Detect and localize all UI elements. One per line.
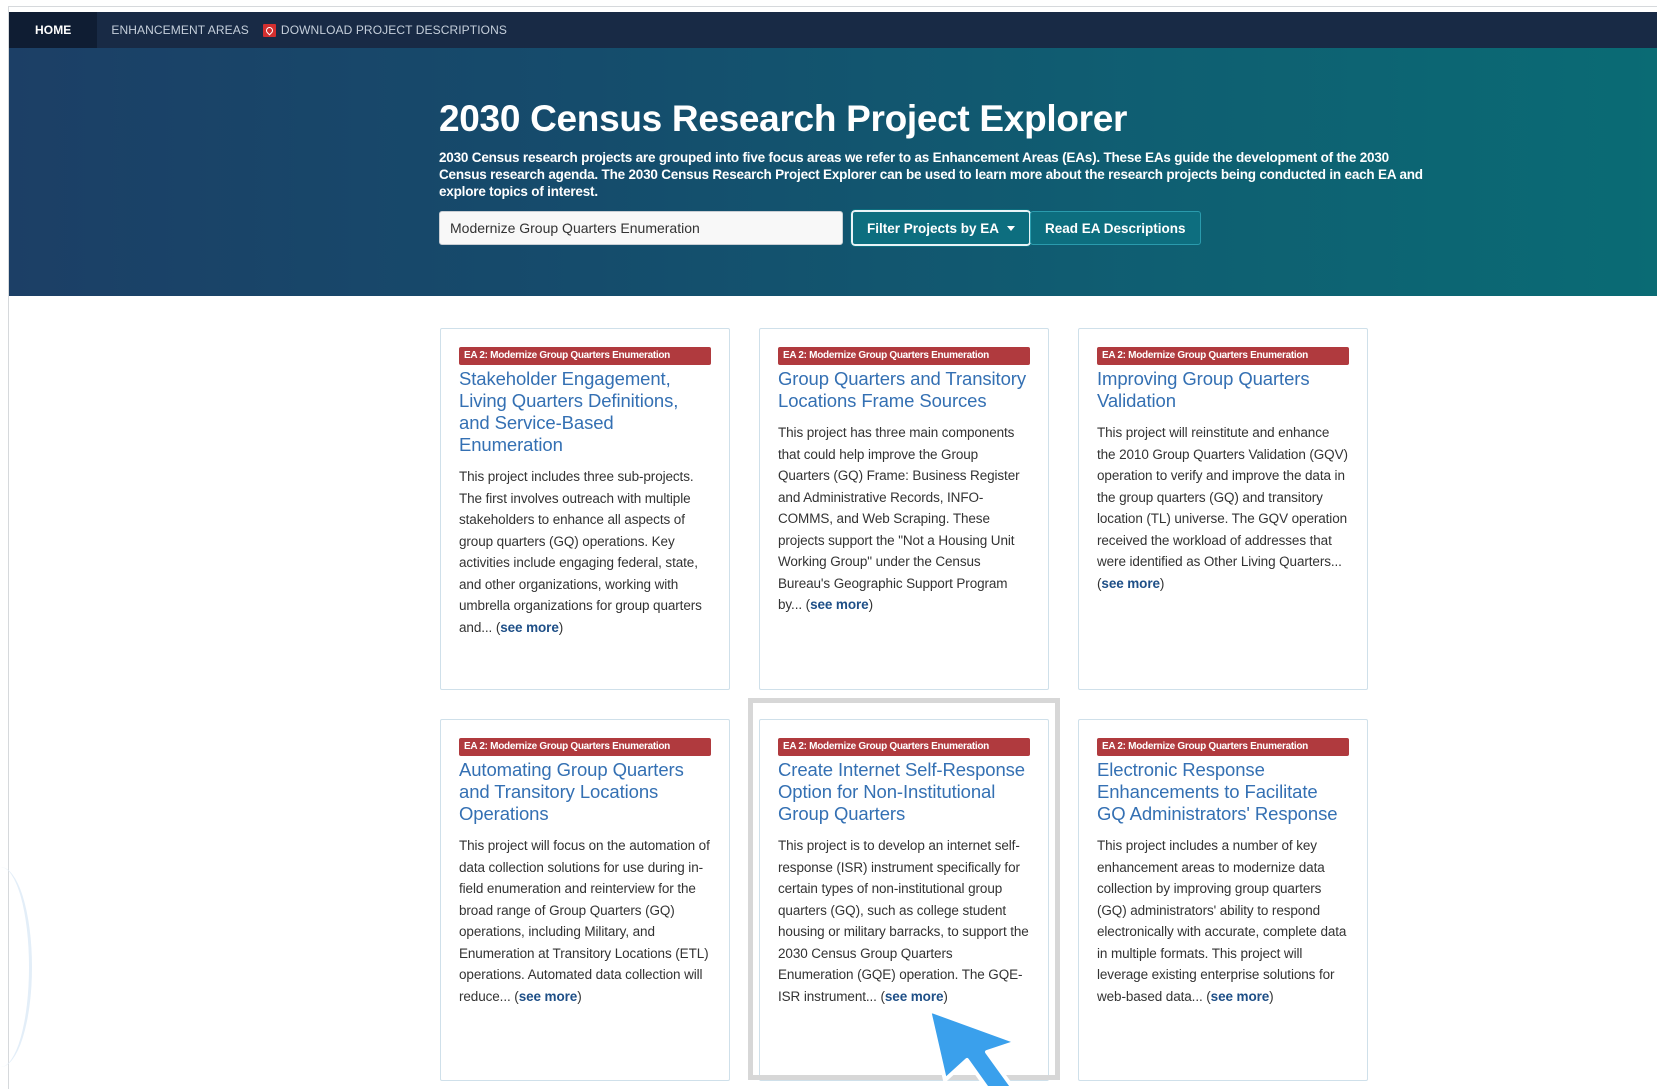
project-title-link[interactable]: Automating Group Quarters and Transitory… xyxy=(459,759,711,825)
pdf-icon xyxy=(262,23,276,37)
see-more-link[interactable]: see more xyxy=(1101,576,1160,591)
top-navigation: HOME ENHANCEMENT AREAS DOWNLOAD PROJECT … xyxy=(9,12,1657,48)
project-summary: This project has three main components t… xyxy=(778,425,1020,612)
see-more-link[interactable]: see more xyxy=(500,620,559,635)
search-input[interactable] xyxy=(439,211,843,245)
project-summary-text: This project will reinstitute and enhanc… xyxy=(1097,425,1348,569)
project-card: EA 2: Modernize Group Quarters Enumerati… xyxy=(440,328,730,690)
nav-download-label: DOWNLOAD PROJECT DESCRIPTIONS xyxy=(280,23,507,37)
ea-badge: EA 2: Modernize Group Quarters Enumerati… xyxy=(459,347,711,365)
project-title-link[interactable]: Create Internet Self-Response Option for… xyxy=(778,759,1030,825)
ea-badge: EA 2: Modernize Group Quarters Enumerati… xyxy=(1097,347,1349,365)
project-summary: This project includes three sub-projects… xyxy=(459,469,702,635)
nav-enhancement-areas[interactable]: ENHANCEMENT AREAS xyxy=(97,12,263,48)
project-card: EA 2: Modernize Group Quarters Enumerati… xyxy=(440,719,730,1081)
ea-badge: EA 2: Modernize Group Quarters Enumerati… xyxy=(459,738,711,756)
nav-download-descriptions[interactable]: DOWNLOAD PROJECT DESCRIPTIONS xyxy=(262,12,521,48)
ea-badge: EA 2: Modernize Group Quarters Enumerati… xyxy=(1097,738,1349,756)
nav-home[interactable]: HOME xyxy=(9,12,98,48)
hero-banner: 2030 Census Research Project Explorer 20… xyxy=(9,48,1657,296)
project-title-link[interactable]: Electronic Response Enhancements to Faci… xyxy=(1097,759,1349,825)
project-summary-text: This project will focus on the automatio… xyxy=(459,838,710,1004)
see-more-link[interactable]: see more xyxy=(810,597,869,612)
project-card: EA 2: Modernize Group Quarters Enumerati… xyxy=(759,328,1049,690)
project-summary: This project includes a number of key en… xyxy=(1097,838,1347,1004)
project-title-link[interactable]: Group Quarters and Transitory Locations … xyxy=(778,368,1030,412)
read-button-label: Read EA Descriptions xyxy=(1045,220,1186,236)
page-description: 2030 Census research projects are groupe… xyxy=(439,150,1423,199)
project-card: EA 2: Modernize Group Quarters Enumerati… xyxy=(759,719,1049,1081)
project-summary-text: This project includes a number of key en… xyxy=(1097,838,1347,1004)
project-title-link[interactable]: Improving Group Quarters Validation xyxy=(1097,368,1349,412)
page-title: 2030 Census Research Project Explorer xyxy=(439,98,1128,139)
browser-viewport: HOME ENHANCEMENT AREAS DOWNLOAD PROJECT … xyxy=(8,6,1657,1089)
project-title-link[interactable]: Stakeholder Engagement, Living Quarters … xyxy=(459,368,711,456)
read-ea-descriptions-button[interactable]: Read EA Descriptions xyxy=(1030,211,1201,245)
project-summary: This project will reinstitute and enhanc… xyxy=(1097,425,1348,591)
ea-badge: EA 2: Modernize Group Quarters Enumerati… xyxy=(778,738,1030,756)
decorative-curve xyxy=(0,867,32,1067)
project-card: EA 2: Modernize Group Quarters Enumerati… xyxy=(1078,328,1368,690)
caret-down-icon xyxy=(1007,225,1016,231)
project-summary: This project will focus on the automatio… xyxy=(459,838,710,1004)
filter-button-label: Filter Projects by EA xyxy=(867,220,1000,236)
see-more-link[interactable]: see more xyxy=(1211,989,1270,1004)
filter-projects-button[interactable]: Filter Projects by EA xyxy=(849,209,1033,247)
project-card: EA 2: Modernize Group Quarters Enumerati… xyxy=(1078,719,1368,1081)
ea-badge: EA 2: Modernize Group Quarters Enumerati… xyxy=(778,347,1030,365)
see-more-link[interactable]: see more xyxy=(885,989,944,1004)
nav-enhancement-areas-label: ENHANCEMENT AREAS xyxy=(111,23,249,37)
project-summary: This project is to develop an internet s… xyxy=(778,838,1029,1004)
nav-home-label: HOME xyxy=(35,23,72,37)
project-summary-text: This project includes three sub-projects… xyxy=(459,469,702,635)
project-summary-text: This project has three main components t… xyxy=(778,425,1020,612)
project-summary-text: This project is to develop an internet s… xyxy=(778,838,1029,1004)
see-more-link[interactable]: see more xyxy=(519,989,578,1004)
